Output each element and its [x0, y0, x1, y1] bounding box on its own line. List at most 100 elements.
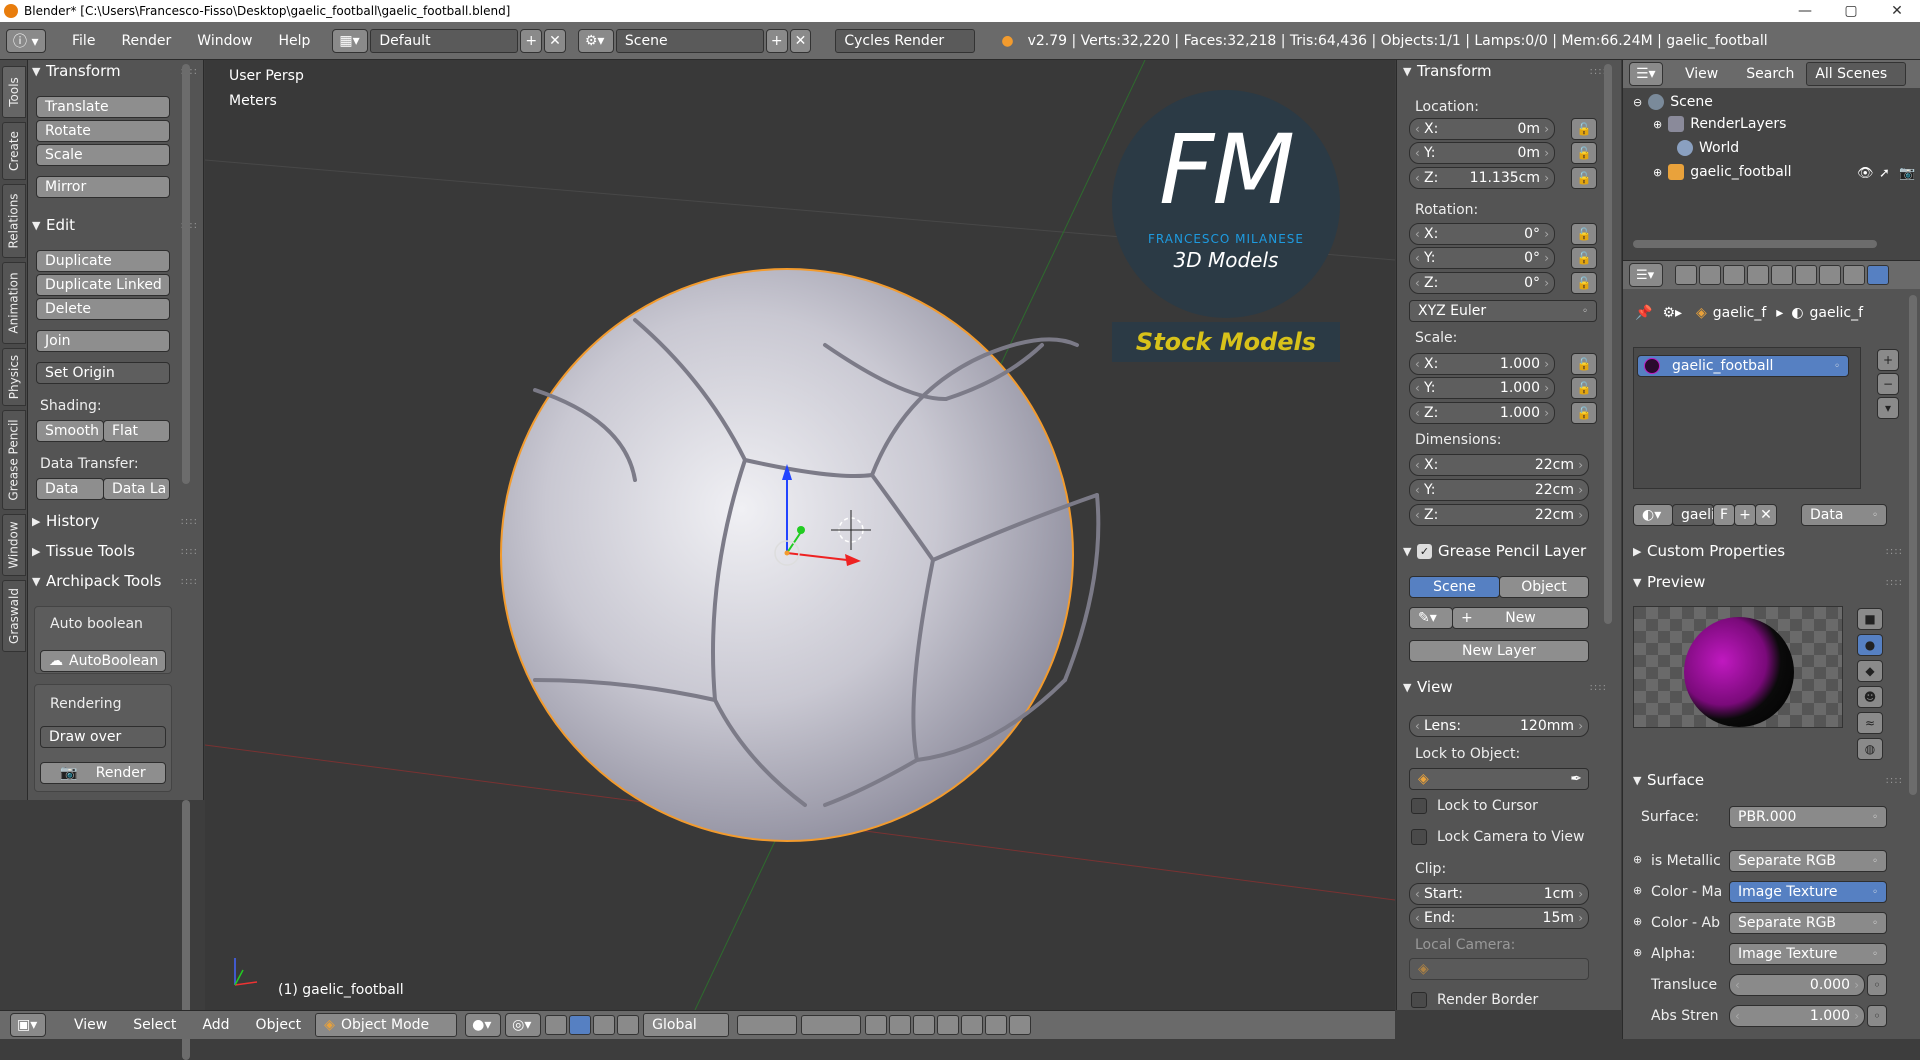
surface-header[interactable]: ▼ Surface::::	[1633, 769, 1903, 791]
object-tab-icon[interactable]	[1771, 265, 1793, 285]
render-tab-icon[interactable]	[1675, 265, 1697, 285]
lock-icon[interactable]: 🔓	[1571, 118, 1597, 140]
scale-x-field[interactable]: X:1.000	[1409, 353, 1555, 375]
screen-layout-field[interactable]: Default	[370, 28, 519, 53]
expand-input-icon[interactable]: ⊕	[1633, 946, 1642, 959]
tab-relations[interactable]: Relations	[2, 184, 26, 258]
data-layers-button[interactable]: Data La	[103, 478, 170, 500]
unlink-material-button[interactable]: ✕	[1755, 504, 1777, 526]
grease-pencil-layer-header[interactable]: ▼ ✓ Grease Pencil Layer	[1403, 540, 1607, 562]
grip-icon[interactable]: ::::	[181, 546, 198, 557]
scale-manipulator-icon[interactable]	[617, 1015, 640, 1035]
remove-screen-button[interactable]: ✕	[544, 28, 566, 53]
data-button[interactable]: Data	[36, 478, 104, 500]
add-material-slot-button[interactable]: +	[1877, 349, 1899, 371]
abs-strength-socket-button[interactable]: ◦	[1867, 1005, 1887, 1027]
input-link-select[interactable]: Image Texture	[1729, 881, 1887, 903]
modifiers-tab-icon[interactable]	[1819, 265, 1841, 285]
outliner-renderlayers-row[interactable]: ⊕ RenderLayers	[1653, 116, 1786, 132]
data-tab-icon[interactable]	[1843, 265, 1865, 285]
expand-icon[interactable]: ⊕	[1653, 166, 1662, 179]
menu-file[interactable]: File	[72, 33, 95, 49]
tab-graswald[interactable]: Graswald	[2, 580, 26, 652]
render-camera-icon[interactable]: 📷	[1899, 166, 1915, 181]
rotation-y-field[interactable]: Y:0°	[1409, 247, 1555, 269]
grip-icon[interactable]: ::::	[1590, 682, 1607, 693]
tab-animation[interactable]: Animation	[2, 262, 26, 344]
join-button[interactable]: Join	[36, 330, 170, 352]
gp-scene-toggle[interactable]: Scene	[1409, 576, 1500, 598]
location-z-field[interactable]: Z:11.135cm	[1409, 167, 1555, 189]
snap-target-icon[interactable]	[961, 1015, 984, 1035]
properties-scrollbar[interactable]	[1909, 295, 1917, 795]
preview-flat-icon[interactable]: ■	[1857, 608, 1883, 630]
gp-object-toggle[interactable]: Object	[1499, 576, 1589, 598]
set-origin-dropdown[interactable]: Set Origin	[36, 362, 170, 384]
menu-select[interactable]: Select	[133, 1017, 176, 1033]
editor-type-info-button[interactable]: ⓘ ▾	[6, 28, 46, 53]
grip-icon[interactable]: ::::	[1886, 546, 1903, 557]
expand-input-icon[interactable]: ⊕	[1633, 915, 1642, 928]
flat-button[interactable]: Flat	[103, 420, 170, 442]
dimension-x-field[interactable]: X:22cm	[1409, 454, 1589, 476]
abs-strength-field[interactable]: 1.000	[1729, 1005, 1865, 1027]
lock-icon[interactable]: 🔓	[1571, 167, 1597, 189]
visibility-eye-icon[interactable]: 👁	[1857, 166, 1874, 181]
tab-window[interactable]: Window	[2, 514, 26, 576]
lock-icon[interactable]: 🔓	[1571, 353, 1597, 375]
render-button[interactable]: 📷 Render	[40, 762, 166, 784]
menu-window[interactable]: Window	[197, 33, 252, 49]
surface-shader-select[interactable]: PBR.000	[1729, 806, 1887, 828]
outliner-search-menu[interactable]: Search	[1746, 66, 1794, 82]
scene-icon[interactable]: ⚙▾	[577, 28, 614, 53]
layer-buttons[interactable]	[737, 1015, 798, 1035]
gp-new-button[interactable]: + New	[1452, 607, 1589, 629]
minimize-button[interactable]: —	[1782, 3, 1828, 19]
lock-icon[interactable]: 🔓	[1571, 272, 1597, 294]
scale-y-field[interactable]: Y:1.000	[1409, 377, 1555, 399]
grip-icon[interactable]: ::::	[1886, 577, 1903, 588]
manipulator-toggle-icon[interactable]	[545, 1015, 568, 1035]
preview-header[interactable]: ▼ Preview::::	[1633, 571, 1903, 593]
transform-panel-header[interactable]: ▼Transform::::	[32, 60, 198, 82]
rotation-mode-select[interactable]: XYZ Euler	[1409, 300, 1597, 322]
expand-input-icon[interactable]: ⊕	[1633, 884, 1642, 897]
expand-icon[interactable]: ⊕	[1653, 118, 1662, 131]
lens-field[interactable]: Lens:120mm	[1409, 715, 1589, 737]
duplicate-linked-button[interactable]: Duplicate Linked	[36, 274, 170, 296]
tissue-tools-panel-header[interactable]: ▶ Tissue Tools::::	[32, 540, 198, 562]
clip-start-field[interactable]: Start:1cm	[1409, 883, 1589, 905]
lock-icon[interactable]: 🔓	[1571, 142, 1597, 164]
gp-palette-button[interactable]: ✎▾	[1409, 607, 1453, 629]
preview-hair-icon[interactable]: ≈	[1857, 712, 1883, 734]
layers-tab-icon[interactable]	[1699, 265, 1721, 285]
input-link-select[interactable]: Image Texture	[1729, 943, 1887, 965]
location-x-field[interactable]: X:0m	[1409, 118, 1555, 140]
world-tab-icon[interactable]	[1747, 265, 1769, 285]
menu-render[interactable]: Render	[121, 33, 171, 49]
rotation-x-field[interactable]: X:0°	[1409, 223, 1555, 245]
menu-add[interactable]: Add	[202, 1017, 229, 1033]
material-tab-icon[interactable]	[1867, 265, 1889, 285]
select-cursor-icon[interactable]: ➚	[1879, 166, 1890, 181]
render-border-checkbox[interactable]	[1411, 992, 1427, 1008]
pivot-point-select[interactable]: ◎▾	[505, 1013, 542, 1037]
grip-icon[interactable]: ::::	[181, 516, 198, 527]
grip-icon[interactable]: ::::	[181, 576, 198, 587]
material-link-select[interactable]: Data	[1801, 504, 1887, 526]
scene-field[interactable]: Scene	[615, 28, 764, 53]
screen-layout-icon[interactable]: ▦▾	[332, 28, 369, 53]
add-screen-button[interactable]: +	[520, 28, 543, 53]
translate-button[interactable]: Translate	[36, 96, 170, 118]
editor-type-3dview-button[interactable]: ▣▾	[10, 1013, 46, 1037]
outliner-editor-type-button[interactable]: ☰▾	[1629, 62, 1663, 86]
archipack-panel-header[interactable]: ▼ Archipack Tools::::	[32, 570, 198, 592]
close-button[interactable]: ✕	[1874, 3, 1920, 19]
custom-properties-header[interactable]: ▶ Custom Properties::::	[1633, 540, 1903, 562]
lock-icon[interactable]: 🔓	[1571, 223, 1597, 245]
remove-scene-button[interactable]: ✕	[789, 28, 812, 53]
lock-icon[interactable]: 🔓	[1571, 247, 1597, 269]
lock-to-cursor-checkbox[interactable]	[1411, 798, 1427, 814]
dimension-z-field[interactable]: Z:22cm	[1409, 504, 1589, 526]
edit-panel-header[interactable]: ▼Edit::::	[32, 214, 198, 236]
